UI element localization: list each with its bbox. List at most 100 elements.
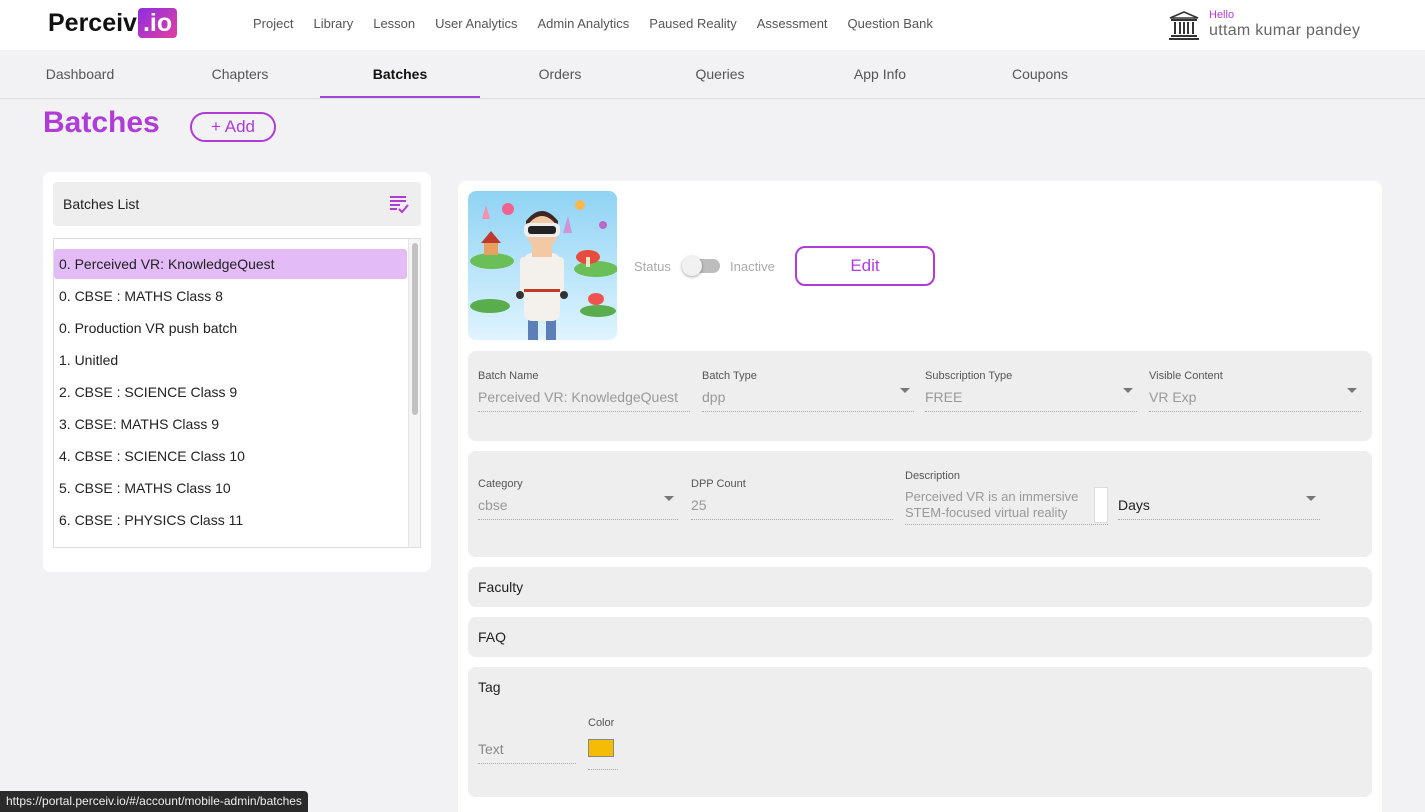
field-underline	[691, 519, 893, 520]
batch-name-field[interactable]: Batch Name Perceived VR: KnowledgeQuest	[478, 370, 690, 412]
dpp-count-label: DPP Count	[691, 478, 746, 490]
list-item[interactable]: 0. Perceived VR: KnowledgeQuest	[54, 249, 407, 279]
edit-button[interactable]: Edit	[795, 246, 935, 286]
textarea-resize-handle[interactable]	[1094, 487, 1108, 523]
visible-content-value: VR Exp	[1149, 389, 1197, 405]
tab-chapters[interactable]: Chapters	[160, 50, 320, 98]
category-value: cbse	[478, 497, 508, 513]
description-field[interactable]: Description Perceived VR is an immersive…	[905, 470, 1108, 525]
subscription-type-value: FREE	[925, 389, 963, 405]
batch-detail-panel: Status Inactive Edit Batch Name Perceive…	[458, 181, 1382, 812]
field-underline	[905, 524, 1108, 525]
tag-title: Tag	[478, 679, 501, 695]
list-item[interactable]: 5. CBSE : MATHS Class 10	[54, 473, 407, 503]
tab-batches[interactable]: Batches	[320, 50, 480, 98]
batch-type-select[interactable]: Batch Type dpp	[702, 370, 914, 412]
list-item[interactable]: 4. CBSE : SCIENCE Class 10	[54, 441, 407, 471]
dpp-count-field[interactable]: DPP Count 25	[691, 478, 893, 520]
chevron-down-icon	[900, 388, 910, 393]
top-nav: Project Library Lesson User Analytics Ad…	[243, 16, 943, 31]
field-underline	[702, 411, 914, 412]
color-swatch[interactable]	[588, 739, 614, 757]
list-item[interactable]: 3. CBSE: MATHS Class 9	[54, 409, 407, 439]
tab-app-info[interactable]: App Info	[800, 50, 960, 98]
batch-type-label: Batch Type	[702, 370, 757, 382]
add-batch-button[interactable]: + Add	[190, 112, 276, 142]
toggle-knob[interactable]	[682, 256, 702, 276]
faq-section[interactable]: FAQ	[468, 617, 1372, 657]
subscription-type-label: Subscription Type	[925, 370, 1013, 382]
batch-thumbnail	[468, 191, 617, 340]
duration-unit-select[interactable]: Days	[1118, 478, 1320, 520]
url-status-bar: https://portal.perceiv.io/#/account/mobi…	[0, 791, 308, 812]
batch-name-label: Batch Name	[478, 370, 539, 382]
user-profile[interactable]: Hello uttam kumar pandey	[1168, 8, 1398, 42]
sub-nav: Dashboard Chapters Batches Orders Querie…	[0, 50, 1425, 99]
dpp-count-value: 25	[691, 497, 707, 513]
nav-project[interactable]: Project	[253, 16, 293, 31]
status-toggle[interactable]	[682, 256, 720, 276]
nav-paused-reality[interactable]: Paused Reality	[649, 16, 736, 31]
subscription-type-select[interactable]: Subscription Type FREE	[925, 370, 1137, 412]
tag-text-input[interactable]: Text	[478, 722, 576, 764]
user-name: uttam kumar pandey	[1209, 22, 1361, 39]
status-value: Inactive	[730, 259, 775, 274]
tag-text-placeholder: Text	[478, 741, 504, 757]
nav-library[interactable]: Library	[313, 16, 353, 31]
batch-type-value: dpp	[702, 389, 726, 405]
tab-queries[interactable]: Queries	[640, 50, 800, 98]
category-label: Category	[478, 478, 523, 490]
field-underline	[1149, 411, 1361, 412]
tab-orders[interactable]: Orders	[480, 50, 640, 98]
field-underline	[925, 411, 1137, 412]
list-item[interactable]: 2. CBSE : SCIENCE Class 9	[54, 377, 407, 407]
batch-meta-section: Category cbse DPP Count 25 Description P…	[468, 451, 1372, 557]
category-select[interactable]: Category cbse	[478, 478, 678, 520]
list-scrollbar[interactable]	[408, 239, 420, 547]
vr-illustration	[468, 191, 617, 340]
faculty-title: Faculty	[478, 579, 524, 595]
chevron-down-icon	[1347, 388, 1357, 393]
nav-question-bank[interactable]: Question Bank	[848, 16, 933, 31]
institution-icon	[1169, 11, 1199, 40]
list-item[interactable]: 1. Unitled	[54, 345, 407, 375]
duration-unit-value: Days	[1118, 497, 1150, 513]
batches-list-header: Batches List	[53, 182, 421, 226]
visible-content-select[interactable]: Visible Content VR Exp	[1149, 370, 1361, 412]
list-item[interactable]: 6. CBSE : PHYSICS Class 11	[54, 505, 407, 535]
list-item[interactable]: 0. CBSE : MATHS Class 8	[54, 281, 407, 311]
batches-list-panel: Batches List 0. Perceived VR: KnowledgeQ…	[43, 172, 431, 572]
tag-section: Tag Text Color	[468, 667, 1372, 797]
visible-content-label: Visible Content	[1149, 370, 1223, 382]
checklist-icon[interactable]	[389, 194, 409, 214]
top-bar: Perceiv .io Project Library Lesson User A…	[0, 0, 1425, 50]
field-underline	[588, 769, 618, 770]
status-label: Status	[634, 259, 671, 274]
color-label: Color	[588, 717, 615, 729]
field-underline	[1118, 519, 1320, 520]
tab-dashboard[interactable]: Dashboard	[0, 50, 160, 98]
nav-admin-analytics[interactable]: Admin Analytics	[538, 16, 630, 31]
description-value: Perceived VR is an immersive STEM-focuse…	[905, 489, 1079, 520]
batch-info-section: Batch Name Perceived VR: KnowledgeQuest …	[468, 351, 1372, 441]
logo-accent: .io	[137, 8, 178, 38]
nav-user-analytics[interactable]: User Analytics	[435, 16, 517, 31]
scrollbar-thumb[interactable]	[412, 243, 418, 415]
chevron-down-icon	[664, 496, 674, 501]
logo-text: Perceiv	[48, 8, 137, 37]
nav-assessment[interactable]: Assessment	[757, 16, 828, 31]
list-item[interactable]: 0. Production VR push batch	[54, 313, 407, 343]
faculty-section[interactable]: Faculty	[468, 567, 1372, 607]
nav-lesson[interactable]: Lesson	[373, 16, 415, 31]
chevron-down-icon	[1123, 388, 1133, 393]
description-label: Description	[905, 470, 961, 482]
perceiv-logo[interactable]: Perceiv .io	[48, 7, 178, 39]
page-title: Batches	[43, 106, 160, 139]
faq-title: FAQ	[478, 629, 507, 645]
tab-coupons[interactable]: Coupons	[960, 50, 1120, 98]
chevron-down-icon	[1306, 496, 1316, 501]
field-underline	[478, 763, 576, 764]
tag-color-picker[interactable]: Color	[588, 717, 618, 770]
user-greeting: Hello	[1209, 9, 1235, 21]
batches-list[interactable]: 0. Perceived VR: KnowledgeQuest 0. CBSE …	[53, 238, 421, 548]
